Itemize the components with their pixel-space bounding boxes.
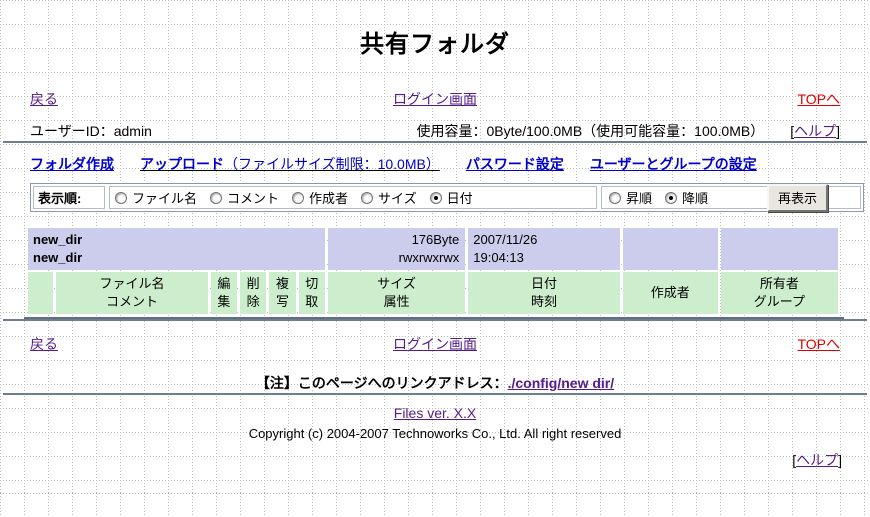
divider [3, 319, 867, 321]
upload-link-label: アップロード [140, 156, 224, 172]
radio-option-filename[interactable]: ファイル名 [115, 188, 197, 207]
radio-option-descending[interactable]: 降順 [665, 188, 708, 207]
radio-comment-label[interactable]: コメント [227, 188, 279, 207]
header-size-attr: サイズ 属性 [328, 272, 465, 314]
user-id-text: ユーザーID：admin [30, 121, 152, 141]
radio-date-label[interactable]: 日付 [447, 188, 473, 207]
radio-descending-label[interactable]: 降順 [682, 188, 708, 207]
radio-filename[interactable] [115, 192, 127, 204]
file-table: new_dir new_dir 176Byte rwxrwxrwx 2007/1… [25, 226, 841, 316]
help-bottom: [ヘルプ] [792, 450, 842, 470]
copyright-text: Copyright (c) 2004-2007 Technoworks Co.,… [0, 426, 870, 441]
version-link[interactable]: Files ver. X.X [394, 405, 476, 421]
radio-comment[interactable] [210, 192, 222, 204]
header-select-cell [28, 272, 53, 314]
login-screen-link[interactable]: ログイン画面 [393, 91, 477, 107]
radio-creator-label[interactable]: 作成者 [309, 188, 348, 207]
config-dir-link[interactable]: ./config/new dir/ [508, 375, 615, 391]
password-settings-link[interactable]: パスワード設定 [466, 154, 564, 174]
radio-ascending[interactable] [609, 192, 621, 204]
top-link-bottom[interactable]: TOPへ [797, 336, 840, 352]
upload-size-limit-note: （ファイルサイズ制限：10.0MB） [224, 156, 440, 172]
file-name-comment-cell[interactable]: new_dir new_dir [28, 228, 325, 270]
user-info-row: ユーザーID：admin 使用容量：0Byte/100.0MB（使用可能容量：1… [30, 121, 840, 141]
sort-order-label: 表示順: [33, 186, 105, 209]
divider [3, 141, 867, 143]
radio-size[interactable] [361, 192, 373, 204]
header-date-time: 日付 時刻 [468, 272, 620, 314]
help-link-top[interactable]: ヘルプ [794, 123, 836, 139]
sort-toolbar: 表示順: ファイル名 コメント 作成者 サイズ 日付 昇順 降順 [30, 183, 864, 212]
file-creator-cell [623, 228, 718, 270]
radio-option-comment[interactable]: コメント [210, 188, 279, 207]
back-link-bottom[interactable]: 戻る [30, 336, 58, 352]
help-link-bottom[interactable]: ヘルプ [796, 452, 838, 468]
back-link[interactable]: 戻る [30, 91, 58, 107]
radio-filename-label[interactable]: ファイル名 [132, 188, 197, 207]
radio-creator[interactable] [292, 192, 304, 204]
upload-link[interactable]: アップロード（ファイルサイズ制限：10.0MB） [140, 154, 440, 174]
header-delete: 削 除 [240, 272, 266, 314]
header-row: ファイル名 コメント 編 集 削 除 複 写 切 取 サイズ 属性 日付 時刻 … [28, 272, 838, 314]
sort-field-group: ファイル名 コメント 作成者 サイズ 日付 [109, 186, 597, 209]
file-owner-group-cell [721, 228, 838, 270]
login-screen-link-bottom[interactable]: ログイン画面 [393, 336, 477, 352]
radio-date[interactable] [430, 192, 442, 204]
header-creator: 作成者 [623, 272, 718, 314]
header-copy: 複 写 [269, 272, 295, 314]
divider [3, 393, 867, 395]
page-title: 共有フォルダ [0, 24, 870, 59]
file-row: new_dir new_dir 176Byte rwxrwxrwx 2007/1… [28, 228, 838, 270]
header-owner-group: 所有者 グループ [721, 272, 838, 314]
top-link[interactable]: TOPへ [797, 91, 840, 107]
bracket: ] [838, 452, 842, 468]
radio-option-date[interactable]: 日付 [430, 188, 473, 207]
radio-option-size[interactable]: サイズ [361, 188, 417, 207]
radio-option-ascending[interactable]: 昇順 [609, 188, 652, 207]
header-edit: 編 集 [211, 272, 237, 314]
file-date-time-cell: 2007/11/26 19:04:13 [468, 228, 620, 270]
actions-row: フォルダ作成 アップロード（ファイルサイズ制限：10.0MB） パスワード設定 … [30, 154, 870, 174]
header-cut: 切 取 [299, 272, 325, 314]
bracket: ] [836, 123, 840, 139]
help-top: [ヘルプ] [790, 121, 840, 141]
sort-direction-group: 昇順 降順 再表示 [601, 186, 861, 209]
user-group-settings-link[interactable]: ユーザーとグループの設定 [590, 154, 757, 174]
link-address-note: 【注】このページへのリンクアドレス：./config/new dir/ [0, 373, 870, 393]
radio-ascending-label[interactable]: 昇順 [626, 188, 652, 207]
bottom-nav-row: 戻る ログイン画面 TOPへ [30, 334, 840, 354]
top-nav-row: 戻る ログイン画面 TOPへ [30, 89, 840, 109]
usage-text: 使用容量：0Byte/100.0MB（使用可能容量：100.0MB） [416, 121, 764, 141]
refresh-button[interactable]: 再表示 [767, 184, 828, 212]
radio-size-label[interactable]: サイズ [378, 188, 417, 207]
shared-folder-page: { "page": { "title": "共有フォルダ" }, "nav": … [0, 24, 870, 517]
file-size-attr-cell: 176Byte rwxrwxrwx [328, 228, 465, 270]
radio-descending[interactable] [665, 192, 677, 204]
header-filename-comment: ファイル名 コメント [56, 272, 208, 314]
create-folder-link[interactable]: フォルダ作成 [30, 154, 114, 174]
note-prefix: 【注】このページへのリンクアドレス： [256, 375, 508, 391]
radio-option-creator[interactable]: 作成者 [292, 188, 348, 207]
